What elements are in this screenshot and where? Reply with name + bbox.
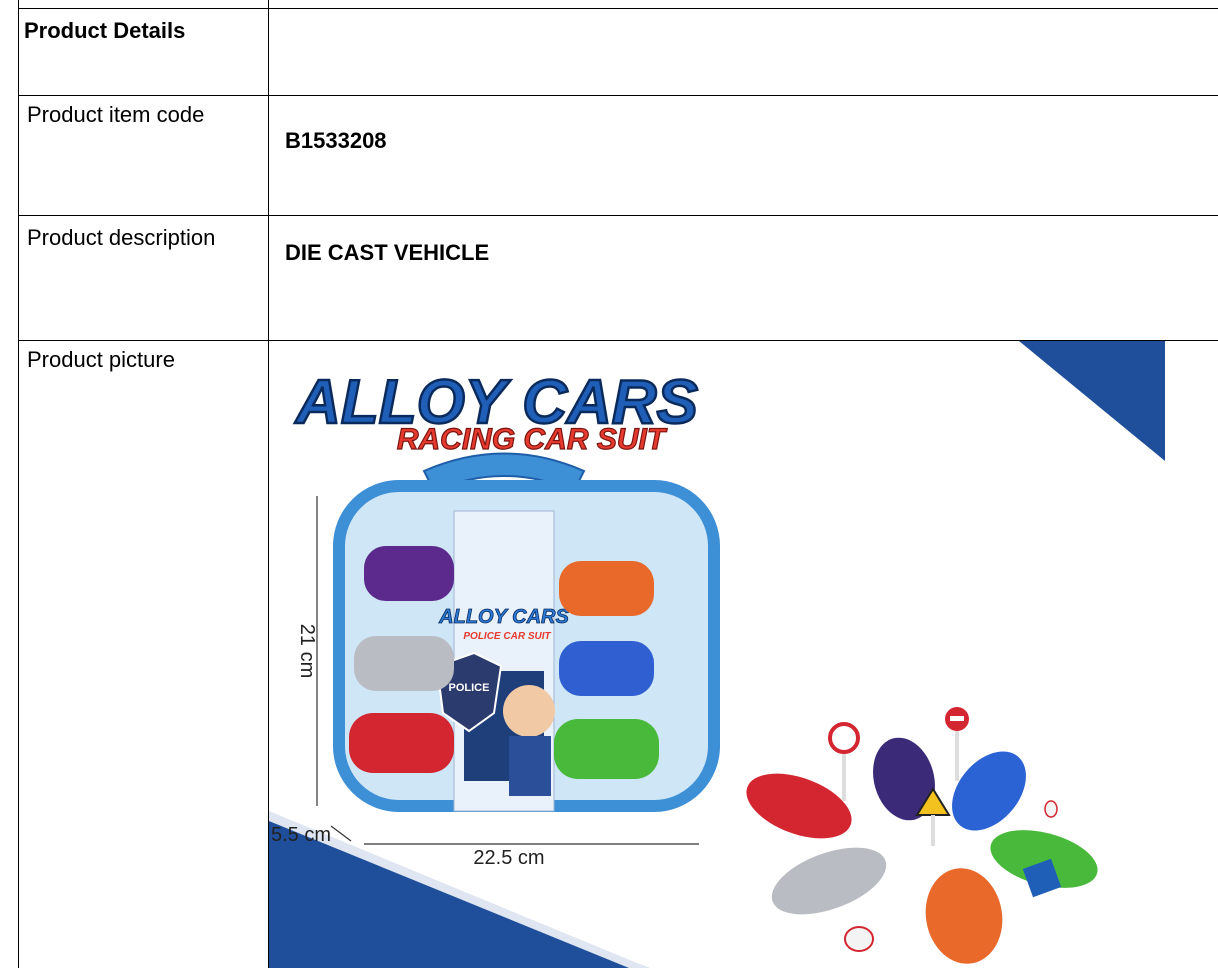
table-header-label: Product Details <box>24 18 186 43</box>
table-left-border <box>18 0 19 968</box>
row-divider-2 <box>18 215 1218 216</box>
item-code-label: Product item code <box>27 102 205 127</box>
table-top-border <box>18 8 1218 9</box>
police-badge-text: POLICE <box>449 682 490 694</box>
description-label: Product description <box>27 225 216 250</box>
decor-triangle-top-right <box>1019 341 1165 461</box>
row-divider-1 <box>18 95 1218 96</box>
loose-cars <box>746 737 1098 964</box>
description-value: DIE CAST VEHICLE <box>285 240 490 265</box>
picture-label: Product picture <box>27 347 175 372</box>
item-code-value: B1533208 <box>285 128 387 153</box>
inner-card-subtitle: POLICE CAR SUIT <box>463 631 551 642</box>
depth-dimension: 5.5 cm <box>271 824 331 846</box>
product-picture: ALLOY CARS RACING CAR SUIT POLICE ALLOY … <box>269 341 1218 968</box>
height-dimension: 21 cm <box>296 624 318 678</box>
inner-card-title: ALLOY CARS <box>438 606 569 628</box>
brand-subtitle: RACING CAR SUIT <box>397 423 668 456</box>
width-dimension: 22.5 cm <box>473 847 544 869</box>
